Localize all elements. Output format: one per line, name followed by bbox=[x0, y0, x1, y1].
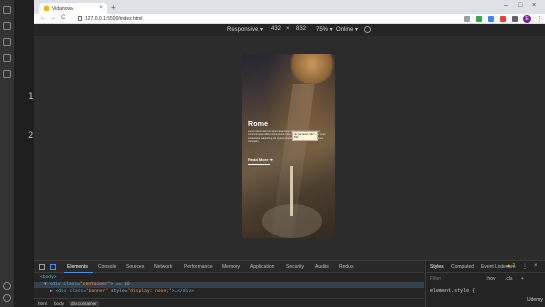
back-button[interactable]: ← bbox=[40, 15, 46, 21]
inspect-tooltip: div.container 432 × 832 bbox=[292, 131, 318, 141]
hover-state-button[interactable]: :hov bbox=[486, 276, 495, 282]
extension-icon[interactable] bbox=[476, 16, 482, 22]
breadcrumb-html[interactable]: html bbox=[38, 301, 47, 306]
minimize-button[interactable]: – bbox=[504, 2, 508, 9]
tab-strip: Vidanova × + – □ × bbox=[34, 0, 545, 14]
ide-activity-bar bbox=[0, 0, 14, 307]
dom-node-container[interactable]: ▼ <div class="container"> == $0 bbox=[44, 282, 130, 287]
device-select[interactable]: Responsive ▾ bbox=[227, 26, 263, 33]
add-rule-button[interactable]: + bbox=[521, 276, 524, 282]
maximize-button[interactable]: □ bbox=[518, 2, 522, 9]
tab-close-icon[interactable]: × bbox=[99, 5, 103, 11]
breadcrumb-body[interactable]: body bbox=[54, 301, 64, 306]
tab-computed[interactable]: Computed bbox=[451, 264, 474, 270]
dom-node-banner[interactable]: ▶ <div class="banner" style="display: no… bbox=[50, 289, 194, 294]
favicon-icon bbox=[44, 6, 49, 11]
browser-tab[interactable]: Vidanova × bbox=[39, 3, 107, 14]
devtools-tabbar: Elements Console Sources Network Perform… bbox=[34, 261, 424, 273]
page-banner[interactable]: Rome Lorem ipsum dolor sit amet consecte… bbox=[242, 54, 335, 238]
line-number: 2 bbox=[28, 131, 34, 141]
tab-application[interactable]: Application bbox=[250, 264, 274, 270]
search-icon[interactable] bbox=[3, 22, 11, 30]
editor-gutter: 1 2 bbox=[14, 0, 34, 307]
emulated-viewport: Rome Lorem ipsum dolor sit amet consecte… bbox=[34, 36, 545, 260]
browser-window: Vidanova × + – □ × ← → C 127.0.0.1:5500/… bbox=[34, 0, 545, 307]
breadcrumb: html body div.container bbox=[34, 298, 424, 307]
element-style-rule[interactable]: element.style { bbox=[430, 288, 475, 294]
tab-elements[interactable]: Elements bbox=[67, 264, 88, 270]
settings-gear-icon[interactable] bbox=[3, 294, 11, 302]
extensions-icon[interactable] bbox=[3, 70, 11, 78]
source-control-icon[interactable] bbox=[3, 38, 11, 46]
udemy-watermark: Udemy bbox=[527, 297, 543, 303]
dimension-separator: × bbox=[286, 26, 290, 32]
devtools-panel: Elements Console Sources Network Perform… bbox=[34, 260, 545, 307]
forward-button[interactable]: → bbox=[50, 15, 56, 21]
zoom-select[interactable]: 75% ▾ bbox=[316, 26, 333, 33]
star-icon[interactable] bbox=[464, 16, 470, 22]
tab-sources[interactable]: Sources bbox=[126, 264, 144, 270]
devtools-menu-icon[interactable]: ⋮ bbox=[522, 263, 528, 270]
account-icon[interactable] bbox=[3, 282, 11, 290]
screen: 1 2 Vidanova × + – □ × ← → C 127.0.0.1:5… bbox=[0, 0, 545, 307]
tab-memory[interactable]: Memory bbox=[222, 264, 240, 270]
read-more-underline bbox=[248, 164, 270, 165]
tab-redux[interactable]: Redux bbox=[339, 264, 353, 270]
active-tab-indicator bbox=[64, 272, 93, 273]
read-more-link[interactable]: Read More ➜ bbox=[248, 157, 273, 162]
tab-console[interactable]: Console bbox=[98, 264, 116, 270]
tab-security[interactable]: Security bbox=[286, 264, 304, 270]
hero-title: Rome bbox=[248, 121, 269, 128]
tab-styles[interactable]: Styles bbox=[430, 264, 444, 270]
devtools-close-icon[interactable]: × bbox=[534, 263, 538, 269]
dom-node-body[interactable]: <body> bbox=[40, 275, 57, 280]
browser-menu-icon[interactable]: ⋮ bbox=[536, 15, 543, 23]
inspect-element-icon[interactable] bbox=[39, 264, 45, 270]
viewport-height-input[interactable]: 832 bbox=[296, 26, 306, 32]
new-tab-button[interactable]: + bbox=[111, 3, 116, 12]
extension-icon[interactable] bbox=[512, 16, 518, 22]
background-photo-dome bbox=[287, 54, 335, 84]
extension-icon[interactable] bbox=[488, 16, 494, 22]
debug-icon[interactable] bbox=[3, 54, 11, 62]
line-number: 1 bbox=[28, 92, 34, 102]
explorer-icon[interactable] bbox=[3, 6, 11, 14]
reload-button[interactable]: C bbox=[61, 15, 65, 21]
warning-count-badge[interactable]: ▲ 2 bbox=[506, 263, 515, 269]
tab-audits[interactable]: Audits bbox=[315, 264, 329, 270]
tab-performance[interactable]: Performance bbox=[184, 264, 213, 270]
rotate-icon[interactable] bbox=[364, 26, 371, 33]
device-toggle-icon[interactable] bbox=[50, 264, 56, 270]
browser-toolbar: ← → C 127.0.0.1:5500/index.html E ⋮ bbox=[34, 14, 545, 24]
network-throttle-select[interactable]: Online ▾ bbox=[336, 26, 358, 33]
tab-title: Vidanova bbox=[52, 6, 73, 12]
device-toolbar: Responsive ▾ 432 × 832 75% ▾ Online ▾ bbox=[34, 24, 545, 36]
profile-avatar[interactable]: E bbox=[523, 15, 531, 23]
background-photo-obelisk bbox=[290, 166, 293, 216]
tab-network[interactable]: Network bbox=[154, 264, 172, 270]
viewport-width-input[interactable]: 432 bbox=[271, 26, 281, 32]
lock-icon bbox=[78, 16, 82, 21]
dom-tree: <body> ▼ <div class="container"> == $0 ▶… bbox=[34, 274, 424, 298]
styles-filter-input[interactable]: Filter bbox=[430, 276, 441, 282]
address-bar[interactable]: 127.0.0.1:5500/index.html bbox=[77, 15, 447, 23]
window-close-button[interactable]: × bbox=[532, 2, 536, 9]
class-toggle-button[interactable]: .cls bbox=[505, 276, 513, 282]
url-text: 127.0.0.1:5500/index.html bbox=[85, 16, 143, 22]
extension-icon[interactable] bbox=[500, 16, 506, 22]
breadcrumb-container[interactable]: div.container bbox=[69, 301, 99, 306]
